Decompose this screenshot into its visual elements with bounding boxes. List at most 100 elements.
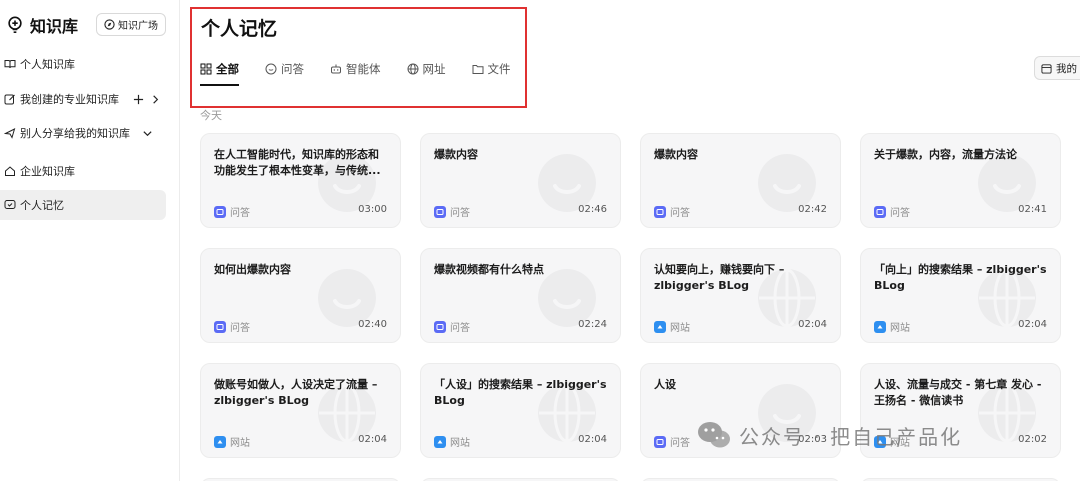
card-type-label: 问答: [670, 208, 690, 219]
calendar-icon: [1041, 63, 1052, 74]
card-type: 网站: [434, 434, 470, 449]
card-title: 关于爆款，内容，流量方法论: [874, 148, 1017, 161]
memory-card[interactable]: 如何出爆款内容 问答 02:40: [200, 248, 401, 343]
sidebar-item-shared-kb[interactable]: 别人分享给我的知识库: [0, 118, 166, 148]
plus-icon[interactable]: [133, 94, 144, 105]
knowledge-plaza-button[interactable]: 知识广场: [96, 13, 166, 36]
share-icon: [4, 128, 16, 139]
grid-icon: [200, 63, 212, 75]
card-time: 02:04: [1018, 319, 1047, 330]
card-time: 02:02: [1018, 434, 1047, 445]
card-type: 问答: [654, 434, 690, 449]
web-type-icon: [654, 320, 666, 333]
tab-qa[interactable]: 问答: [265, 58, 304, 80]
memory-card[interactable]: 爆款内容问答 02:42: [640, 133, 841, 228]
memory-card[interactable]: 做账号如做人，人设决定了流量 – zlbigger's BLog 网站 02:04: [200, 363, 401, 458]
sidebar-item-label: 个人记忆: [20, 199, 64, 212]
watermark-text: 公众号 · 把自己产品化: [739, 424, 963, 449]
card-title: 如何出爆款内容: [214, 263, 291, 276]
sidebar-item-personal-memory[interactable]: 个人记忆: [0, 190, 166, 220]
tab-label: 网址: [422, 62, 446, 76]
tab-file[interactable]: 文件: [472, 58, 511, 80]
memory-card[interactable]: 关于爆款，内容，流量方法论问答 02:41: [860, 133, 1061, 228]
card-title: 人设: [654, 378, 676, 391]
card-time: 02:04: [358, 434, 387, 445]
card-time: 02:24: [578, 319, 607, 330]
chevron-right-icon[interactable]: [150, 94, 161, 105]
memory-card[interactable]: 认知要向上，赚钱要向下 – zlbigger's BLog 网站 02:04: [640, 248, 841, 343]
section-label-today: 今天: [200, 109, 222, 122]
brand[interactable]: 知识库: [6, 13, 78, 37]
memory-card[interactable]: 爆款内容问答 02:46: [420, 133, 621, 228]
tab-url[interactable]: 网址: [407, 58, 446, 80]
sidebar-item-label: 个人知识库: [20, 58, 75, 71]
knowledge-plaza-label: 知识广场: [118, 21, 158, 32]
card-time: 03:00: [358, 204, 387, 215]
card-title: 做账号如做人，人设决定了流量 – zlbigger's BLog: [214, 378, 378, 407]
tab-label: 全部: [216, 62, 239, 76]
card-title: 「人设」的搜索结果 – zlbigger's BLog: [434, 378, 607, 407]
card-time: 02:42: [798, 204, 827, 215]
card-type: 问答: [214, 319, 250, 334]
card-type-label: 网站: [890, 323, 910, 334]
card-type: 网站: [874, 319, 910, 334]
sidebar-item-label: 我创建的专业知识库: [20, 93, 119, 106]
qa-type-icon: [434, 205, 446, 218]
chevron-down-icon[interactable]: [142, 128, 153, 139]
sidebar-item-label: 企业知识库: [20, 165, 75, 178]
card-time: 02:04: [578, 434, 607, 445]
tab-bar: 全部 问答 智能体 网址 文件: [200, 58, 537, 86]
memory-icon: [4, 200, 16, 209]
home-icon: [5, 166, 15, 176]
card-time: 02:41: [1018, 204, 1047, 215]
card-type: 问答: [214, 204, 250, 219]
card-type: 问答: [434, 319, 470, 334]
tab-agent[interactable]: 智能体: [330, 58, 381, 80]
qa-type-icon: [214, 205, 226, 218]
folder-icon: [472, 65, 483, 74]
wechat-watermark: 公众号 · 把自己产品化: [697, 420, 962, 450]
card-type: 问答: [874, 204, 910, 219]
card-type-label: 问答: [230, 208, 250, 219]
sidebar: 知识库 知识广场 个人知识库 我创建的专业知识库 别人分享给我的知识库 企业知识…: [0, 0, 180, 481]
tab-all[interactable]: 全部: [200, 58, 239, 86]
edit-icon: [4, 94, 15, 105]
sidebar-item-my-pro-kb[interactable]: 我创建的专业知识库: [0, 84, 166, 114]
qa-type-icon: [434, 320, 446, 333]
card-type: 网站: [214, 434, 250, 449]
card-type-label: 问答: [450, 208, 470, 219]
card-time: 02:40: [358, 319, 387, 330]
qa-type-icon: [214, 320, 226, 333]
compass-icon: [104, 19, 115, 30]
sidebar-item-personal-kb[interactable]: 个人知识库: [0, 49, 166, 79]
card-title: 认知要向上，赚钱要向下 – zlbigger's BLog: [654, 263, 785, 292]
memory-card[interactable]: 爆款视频都有什么特点 问答 02:24: [420, 248, 621, 343]
card-time: 02:04: [798, 319, 827, 330]
tab-label: 问答: [281, 62, 304, 76]
card-title: 「向上」的搜索结果 – zlbigger's BLog: [874, 263, 1047, 292]
memory-card[interactable]: 在人工智能时代，知识库的形态和功能发生了根本性变革，与传统... 问答 03:00: [200, 133, 401, 228]
tab-label: 智能体: [346, 62, 381, 76]
card-time: 02:46: [578, 204, 607, 215]
bulb-plus-icon: [8, 16, 22, 34]
card-type: 问答: [654, 204, 690, 219]
page-title: 个人记忆: [201, 18, 278, 40]
memory-card[interactable]: 「人设」的搜索结果 – zlbigger's BLog 网站 02:04: [420, 363, 621, 458]
sidebar-item-label: 别人分享给我的知识库: [20, 127, 130, 140]
card-type-label: 网站: [450, 438, 470, 449]
sidebar-item-enterprise-kb[interactable]: 企业知识库: [0, 156, 166, 186]
card-type-label: 问答: [890, 208, 910, 219]
card-type-label: 网站: [230, 438, 250, 449]
web-type-icon: [874, 320, 886, 333]
card-title: 人设、流量与成交 - 第七章 发心 - 王扬名 - 微信读书: [874, 378, 1042, 407]
card-type-label: 问答: [450, 323, 470, 334]
card-type-label: 问答: [670, 438, 690, 449]
chat-icon: [265, 63, 277, 75]
card-title: 爆款内容: [654, 148, 698, 161]
memory-card[interactable]: 「向上」的搜索结果 – zlbigger's BLog 网站 02:04: [860, 248, 1061, 343]
book-icon: [4, 60, 16, 69]
card-type-label: 网站: [670, 323, 690, 334]
qa-type-icon: [654, 435, 666, 448]
my-button[interactable]: 我的: [1034, 56, 1080, 80]
card-title: 爆款内容: [434, 148, 478, 161]
